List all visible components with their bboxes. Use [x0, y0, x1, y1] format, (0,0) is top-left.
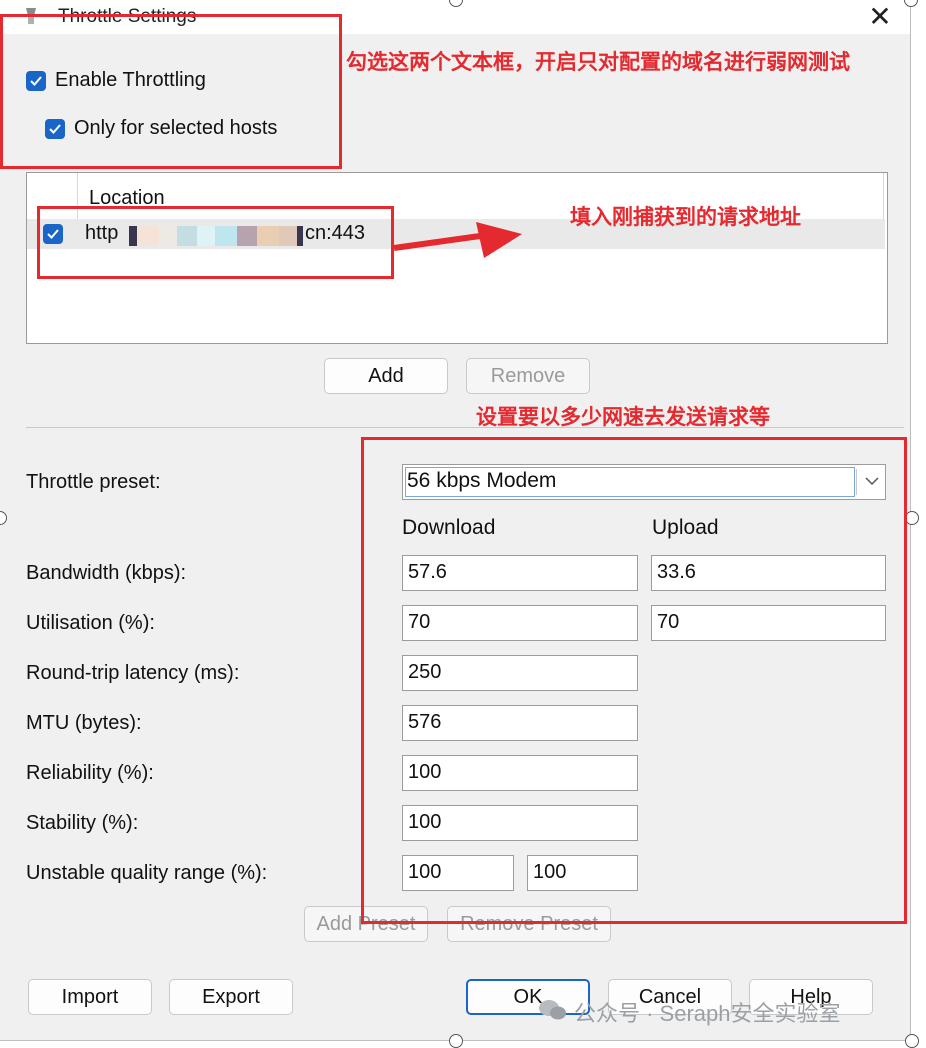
- stability-label: Stability (%):: [26, 812, 139, 834]
- annotation-host-note: 填入刚捕获到的请求地址: [570, 206, 801, 229]
- close-icon[interactable]: ✕: [862, 2, 898, 32]
- throttle-preset-label: Throttle preset:: [26, 471, 161, 493]
- ok-button[interactable]: OK: [466, 979, 590, 1015]
- annotation-box-host: [37, 206, 394, 279]
- utilisation-label: Utilisation (%):: [26, 612, 155, 634]
- reliability-label: Reliability (%):: [26, 762, 154, 784]
- remove-host-button[interactable]: Remove: [466, 358, 590, 394]
- watermark-text: 公众号 · Seraph安全实验室: [574, 1001, 841, 1026]
- selection-handle: [905, 511, 919, 525]
- unstable-quality-label: Unstable quality range (%):: [26, 862, 268, 884]
- annotation-box-checkboxes: [0, 14, 342, 169]
- wechat-icon: [539, 1000, 566, 1020]
- section-divider: [26, 427, 904, 428]
- annotation-arrow-icon: [393, 222, 522, 258]
- annotation-box-speed-settings: [361, 437, 907, 924]
- latency-label: Round-trip latency (ms):: [26, 662, 240, 684]
- import-button[interactable]: Import: [28, 979, 152, 1015]
- export-button[interactable]: Export: [169, 979, 293, 1015]
- mtu-label: MTU (bytes):: [26, 712, 142, 734]
- add-host-button[interactable]: Add: [324, 358, 448, 394]
- annotation-checkboxes-note: 勾选这两个文本框，开启只对配置的域名进行弱网测试: [346, 51, 850, 74]
- annotation-speed-note: 设置要以多少网速去发送请求等: [476, 406, 770, 429]
- bandwidth-label: Bandwidth (kbps):: [26, 562, 187, 584]
